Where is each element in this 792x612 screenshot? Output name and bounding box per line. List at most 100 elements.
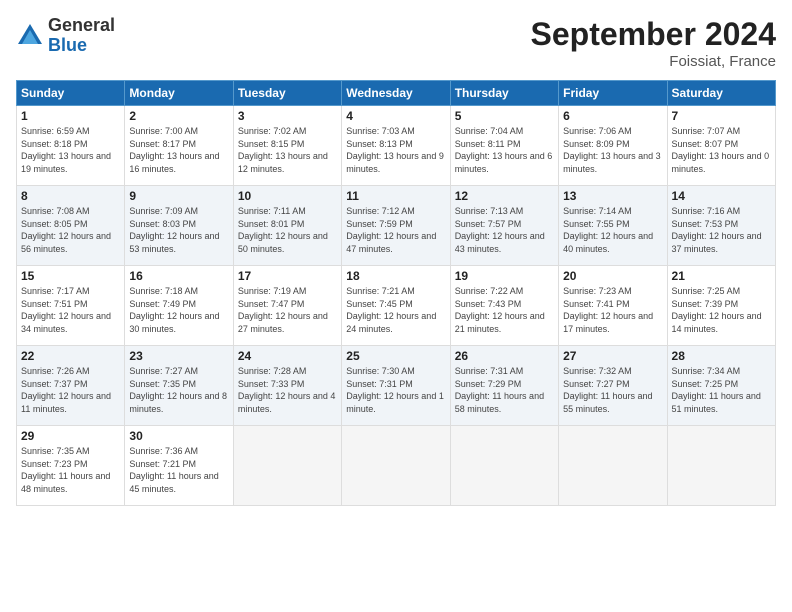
table-row: 10 Sunrise: 7:11 AMSunset: 8:01 PMDayligh… (233, 186, 341, 266)
logo-blue: Blue (48, 36, 115, 56)
calendar-row: 1Sunrise: 6:59 AMSunset: 8:18 PMDaylight… (17, 106, 776, 186)
table-row: 15 Sunrise: 7:17 AMSunset: 7:51 PMDayligh… (17, 266, 125, 346)
day-info: Sunrise: 7:12 AMSunset: 7:59 PMDaylight:… (346, 205, 445, 255)
day-number: 13 (563, 189, 662, 203)
day-number: 24 (238, 349, 337, 363)
table-row: 14 Sunrise: 7:16 AMSunset: 7:53 PMDayligh… (667, 186, 775, 266)
day-number: 16 (129, 269, 228, 283)
day-number: 26 (455, 349, 554, 363)
day-info: Sunrise: 7:31 AMSunset: 7:29 PMDaylight:… (455, 365, 554, 415)
table-row: 11Sunrise: 7:12 AMSunset: 7:59 PMDayligh… (342, 186, 450, 266)
header-tuesday: Tuesday (233, 81, 341, 106)
page: General Blue September 2024 Foissiat, Fr… (0, 0, 792, 612)
day-number: 10 (238, 189, 337, 203)
day-number: 15 (21, 269, 120, 283)
day-info: Sunrise: 7:14 AMSunset: 7:55 PMDaylight:… (563, 205, 662, 255)
day-number: 3 (238, 109, 337, 123)
table-row: 3 Sunrise: 7:02 AMSunset: 8:15 PMDaylight… (233, 106, 341, 186)
calendar-row: 15 Sunrise: 7:17 AMSunset: 7:51 PMDayligh… (17, 266, 776, 346)
day-number: 6 (563, 109, 662, 123)
header-wednesday: Wednesday (342, 81, 450, 106)
day-info: Sunrise: 7:13 AMSunset: 7:57 PMDaylight:… (455, 205, 554, 255)
day-info: Sunrise: 7:26 AMSunset: 7:37 PMDaylight:… (21, 365, 120, 415)
table-row: 29 Sunrise: 7:35 AMSunset: 7:23 PMDayligh… (17, 426, 125, 506)
table-row: 18Sunrise: 7:21 AMSunset: 7:45 PMDayligh… (342, 266, 450, 346)
day-number: 17 (238, 269, 337, 283)
day-number: 30 (129, 429, 228, 443)
day-number: 7 (672, 109, 771, 123)
calendar-row: 29 Sunrise: 7:35 AMSunset: 7:23 PMDayligh… (17, 426, 776, 506)
table-row: 23 Sunrise: 7:27 AMSunset: 7:35 PMDayligh… (125, 346, 233, 426)
day-info: Sunrise: 7:17 AMSunset: 7:51 PMDaylight:… (21, 285, 120, 335)
table-row: 20 Sunrise: 7:23 AMSunset: 7:41 PMDayligh… (559, 266, 667, 346)
table-row: 5 Sunrise: 7:04 AMSunset: 8:11 PMDaylight… (450, 106, 558, 186)
calendar-row: 8 Sunrise: 7:08 AMSunset: 8:05 PMDaylight… (17, 186, 776, 266)
day-info: Sunrise: 7:32 AMSunset: 7:27 PMDaylight:… (563, 365, 662, 415)
logo-icon (16, 22, 44, 50)
day-info: Sunrise: 7:22 AMSunset: 7:43 PMDaylight:… (455, 285, 554, 335)
day-info: Sunrise: 7:21 AMSunset: 7:45 PMDaylight:… (346, 285, 445, 335)
table-row: 1Sunrise: 6:59 AMSunset: 8:18 PMDaylight… (17, 106, 125, 186)
day-info: Sunrise: 7:04 AMSunset: 8:11 PMDaylight:… (455, 125, 554, 175)
day-info: Sunrise: 7:03 AMSunset: 8:13 PMDaylight:… (346, 125, 445, 175)
logo: General Blue (16, 16, 115, 56)
day-number: 21 (672, 269, 771, 283)
day-number: 8 (21, 189, 120, 203)
header-monday: Monday (125, 81, 233, 106)
day-info: Sunrise: 7:19 AMSunset: 7:47 PMDaylight:… (238, 285, 337, 335)
table-row: 4 Sunrise: 7:03 AMSunset: 8:13 PMDaylight… (342, 106, 450, 186)
day-info: Sunrise: 7:16 AMSunset: 7:53 PMDaylight:… (672, 205, 771, 255)
table-row: 27Sunrise: 7:32 AMSunset: 7:27 PMDayligh… (559, 346, 667, 426)
table-row: 26 Sunrise: 7:31 AMSunset: 7:29 PMDayligh… (450, 346, 558, 426)
table-row: 12 Sunrise: 7:13 AMSunset: 7:57 PMDayligh… (450, 186, 558, 266)
weekday-header-row: Sunday Monday Tuesday Wednesday Thursday… (17, 81, 776, 106)
day-info: Sunrise: 7:35 AMSunset: 7:23 PMDaylight:… (21, 445, 120, 495)
table-row: 24 Sunrise: 7:28 AMSunset: 7:33 PMDayligh… (233, 346, 341, 426)
day-info: Sunrise: 7:06 AMSunset: 8:09 PMDaylight:… (563, 125, 662, 175)
day-info: Sunrise: 7:27 AMSunset: 7:35 PMDaylight:… (129, 365, 228, 415)
day-info: Sunrise: 7:28 AMSunset: 7:33 PMDaylight:… (238, 365, 337, 415)
day-number: 25 (346, 349, 445, 363)
day-number: 14 (672, 189, 771, 203)
logo-general: General (48, 16, 115, 36)
table-row: 22 Sunrise: 7:26 AMSunset: 7:37 PMDayligh… (17, 346, 125, 426)
day-info: Sunrise: 7:09 AMSunset: 8:03 PMDaylight:… (129, 205, 228, 255)
day-info: Sunrise: 7:00 AMSunset: 8:17 PMDaylight:… (129, 125, 228, 175)
header-sunday: Sunday (17, 81, 125, 106)
day-number: 2 (129, 109, 228, 123)
location: Foissiat, France (531, 53, 776, 70)
table-row (559, 426, 667, 506)
table-row: 6 Sunrise: 7:06 AMSunset: 8:09 PMDaylight… (559, 106, 667, 186)
header-saturday: Saturday (667, 81, 775, 106)
table-row: 9 Sunrise: 7:09 AMSunset: 8:03 PMDaylight… (125, 186, 233, 266)
day-number: 29 (21, 429, 120, 443)
table-row: 30 Sunrise: 7:36 AMSunset: 7:21 PMDayligh… (125, 426, 233, 506)
table-row: 21Sunrise: 7:25 AMSunset: 7:39 PMDayligh… (667, 266, 775, 346)
table-row: 25Sunrise: 7:30 AMSunset: 7:31 PMDayligh… (342, 346, 450, 426)
header-friday: Friday (559, 81, 667, 106)
table-row: 17 Sunrise: 7:19 AMSunset: 7:47 PMDayligh… (233, 266, 341, 346)
day-info: Sunrise: 7:23 AMSunset: 7:41 PMDaylight:… (563, 285, 662, 335)
day-number: 5 (455, 109, 554, 123)
day-info: Sunrise: 7:36 AMSunset: 7:21 PMDaylight:… (129, 445, 228, 495)
table-row: 28Sunrise: 7:34 AMSunset: 7:25 PMDayligh… (667, 346, 775, 426)
day-info: Sunrise: 7:11 AMSunset: 8:01 PMDaylight:… (238, 205, 337, 255)
table-row: 19Sunrise: 7:22 AMSunset: 7:43 PMDayligh… (450, 266, 558, 346)
day-info: Sunrise: 7:34 AMSunset: 7:25 PMDaylight:… (672, 365, 771, 415)
day-info: Sunrise: 7:08 AMSunset: 8:05 PMDaylight:… (21, 205, 120, 255)
calendar: Sunday Monday Tuesday Wednesday Thursday… (16, 80, 776, 506)
day-info: Sunrise: 7:02 AMSunset: 8:15 PMDaylight:… (238, 125, 337, 175)
table-row (342, 426, 450, 506)
day-number: 23 (129, 349, 228, 363)
month-title: September 2024 (531, 16, 776, 53)
day-number: 22 (21, 349, 120, 363)
day-number: 4 (346, 109, 445, 123)
header: General Blue September 2024 Foissiat, Fr… (16, 16, 776, 70)
table-row: 8 Sunrise: 7:08 AMSunset: 8:05 PMDaylight… (17, 186, 125, 266)
day-info: Sunrise: 7:07 AMSunset: 8:07 PMDaylight:… (672, 125, 771, 175)
day-number: 12 (455, 189, 554, 203)
logo-text: General Blue (48, 16, 115, 56)
day-info: Sunrise: 7:18 AMSunset: 7:49 PMDaylight:… (129, 285, 228, 335)
day-number: 20 (563, 269, 662, 283)
day-number: 9 (129, 189, 228, 203)
